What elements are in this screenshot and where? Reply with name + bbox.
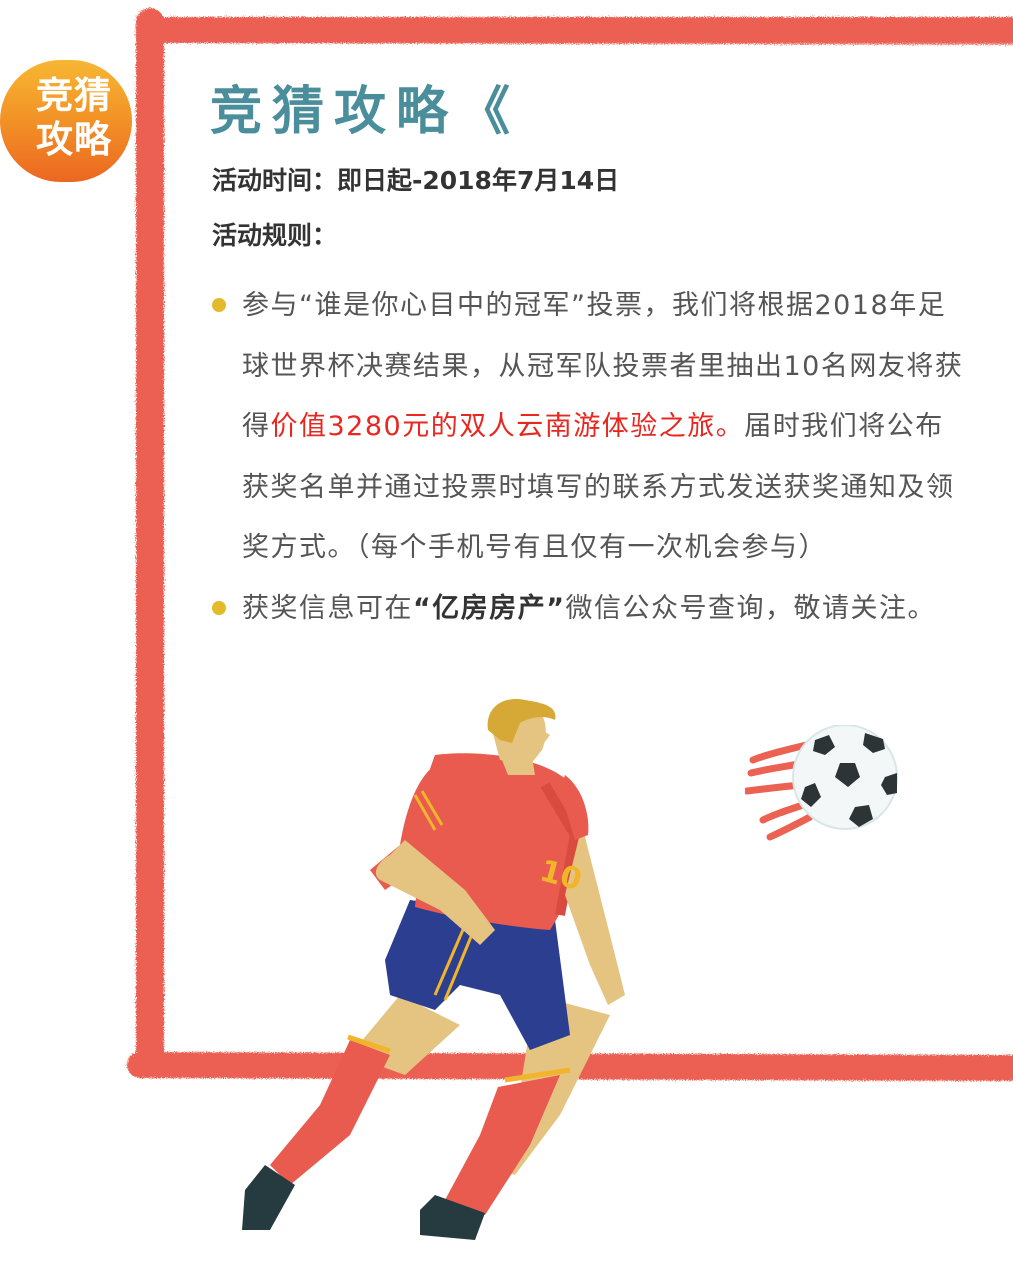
rule-2-text: 获奖信息可在 bbox=[242, 592, 413, 624]
activity-time: 活动时间：即日起-2018年7月14日 bbox=[212, 166, 620, 195]
side-tab-line1: 竞猜 bbox=[36, 74, 112, 117]
page-title: 竞猜攻略《 bbox=[210, 82, 521, 142]
rule-item-1: 参与“谁是你心目中的冠军”投票，我们将根据2018年足球世界杯决赛结果，从冠军队… bbox=[212, 276, 964, 579]
rule-2-account-highlight: “亿房房产” bbox=[413, 592, 566, 624]
rules-list: 参与“谁是你心目中的冠军”投票，我们将根据2018年足球世界杯决赛结果，从冠军队… bbox=[212, 276, 964, 639]
side-tab-label: 竞猜 攻略 bbox=[22, 74, 126, 162]
side-tab-line2: 攻略 bbox=[36, 118, 112, 161]
soccer-player-illustration: 10 bbox=[242, 699, 625, 1240]
rule-item-2: 获奖信息可在“亿房房产”微信公众号查询，敬请关注。 bbox=[212, 579, 964, 640]
rule-2-text-after: 微信公众号查询，敬请关注。 bbox=[565, 592, 936, 624]
soccer-ball-icon bbox=[745, 725, 898, 841]
bullet-dot-icon bbox=[212, 298, 226, 312]
rule-1-prize-highlight: 价值3280元的双人云南游体验之旅。 bbox=[270, 411, 745, 442]
rules-label: 活动规则： bbox=[212, 221, 338, 250]
bullet-dot-icon bbox=[212, 600, 226, 615]
